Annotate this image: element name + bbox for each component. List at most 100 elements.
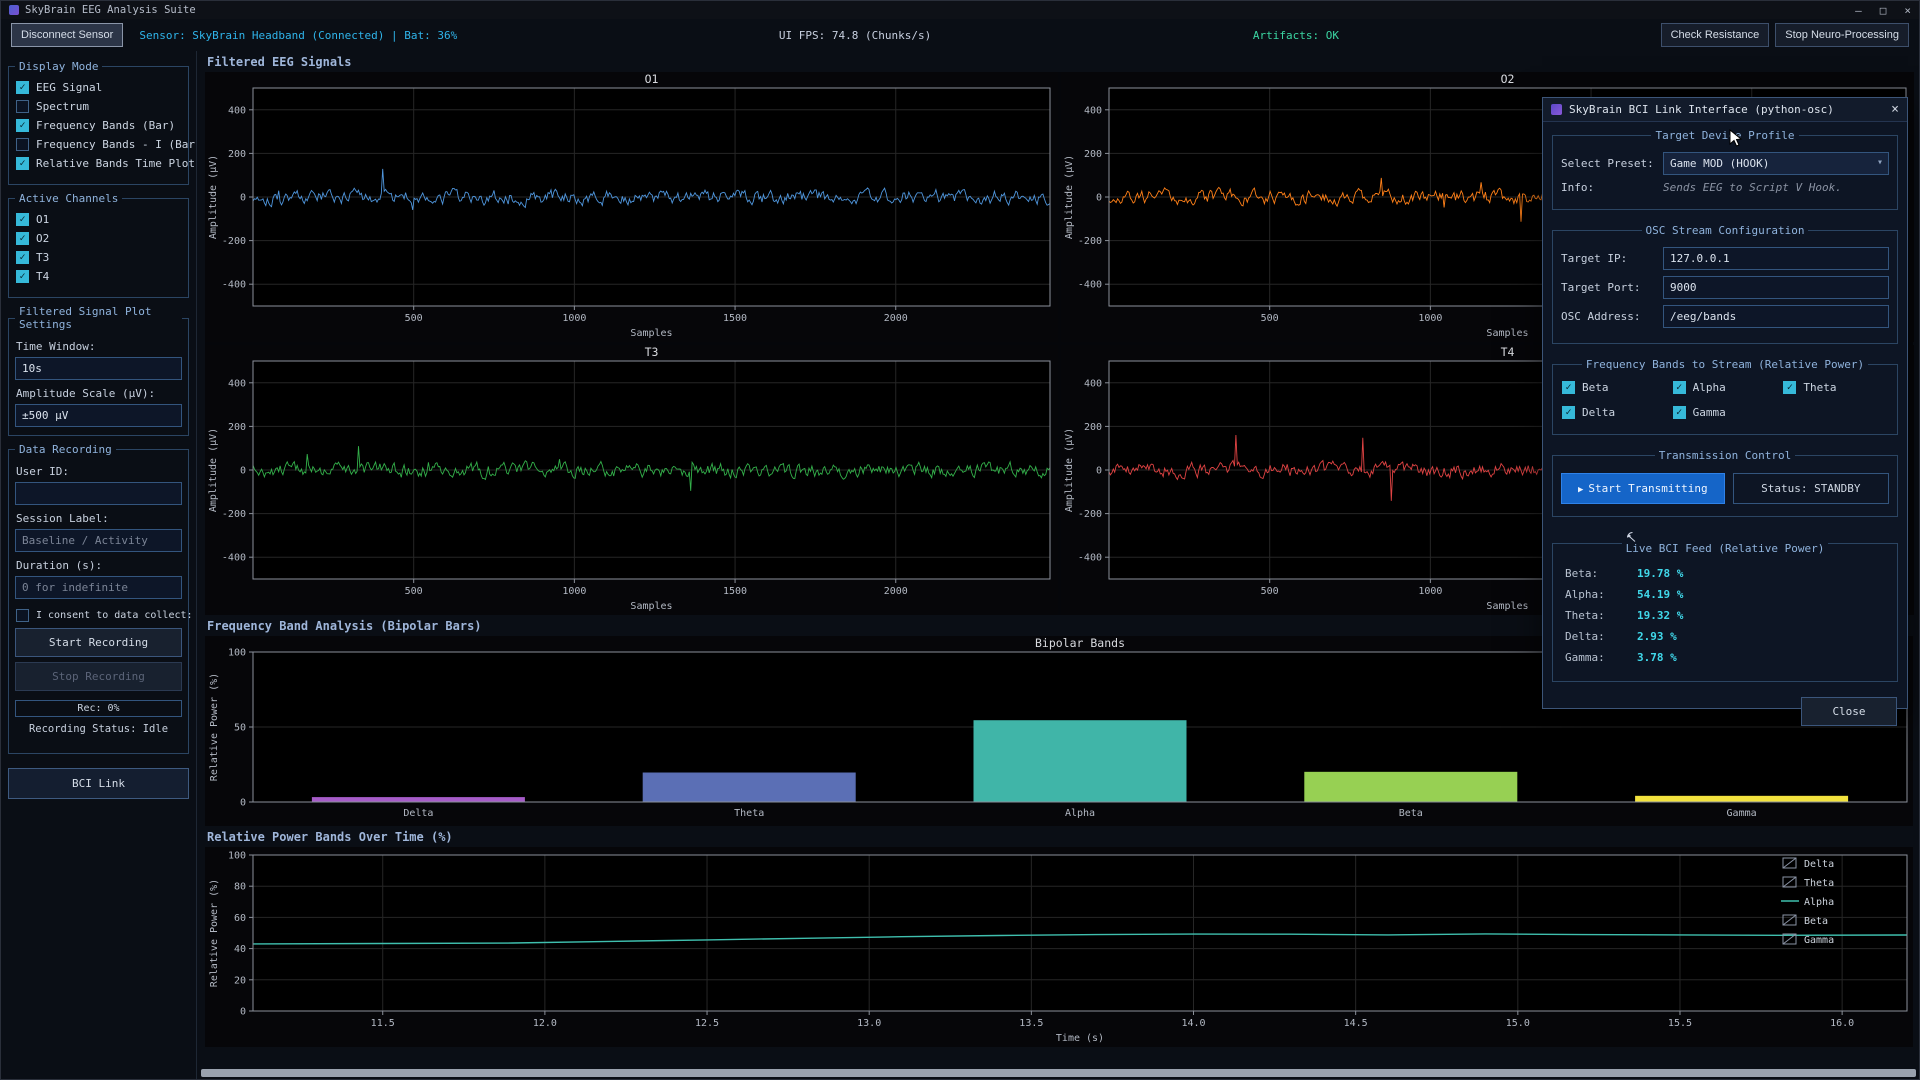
toolbar: Disconnect Sensor Sensor: SkyBrain Headb…	[1, 19, 1919, 51]
checkbox-icon[interactable]: ✓	[1562, 406, 1575, 419]
feed-label: Gamma:	[1565, 651, 1637, 664]
consent-checkbox-row[interactable]: I consent to data collect:	[16, 609, 181, 622]
osc-address-input[interactable]	[1663, 305, 1889, 328]
svg-text:-200: -200	[1078, 236, 1102, 247]
display-mode-option-spectrum[interactable]: Spectrum	[16, 100, 181, 113]
svg-text:2000: 2000	[884, 586, 908, 597]
stop-recording-button[interactable]: Stop Recording	[15, 662, 182, 691]
svg-text:100: 100	[228, 851, 246, 862]
svg-text:Theta: Theta	[1804, 878, 1834, 889]
recording-status: Recording Status: Idle	[15, 723, 182, 735]
svg-text:500: 500	[405, 313, 423, 324]
svg-text:500: 500	[1261, 586, 1279, 597]
svg-text:-400: -400	[1078, 280, 1102, 291]
checkbox-icon[interactable]	[16, 609, 29, 622]
checkbox-icon[interactable]	[16, 138, 29, 151]
svg-text:Bipolar Bands: Bipolar Bands	[1035, 636, 1125, 650]
svg-text:200: 200	[1084, 149, 1102, 160]
checkbox-icon[interactable]: ✓	[1562, 381, 1575, 394]
checkbox-icon[interactable]: ✓	[1673, 406, 1686, 419]
duration-input[interactable]	[15, 576, 182, 599]
stream-band-option-delta[interactable]: ✓Delta	[1562, 406, 1667, 419]
sidebar: Display Mode ✓EEG SignalSpectrum✓Frequen…	[1, 51, 197, 1079]
checkbox-icon[interactable]: ✓	[16, 232, 29, 245]
stream-band-option-beta[interactable]: ✓Beta	[1562, 381, 1667, 394]
svg-text:400: 400	[228, 378, 246, 389]
checkbox-label: Relative Bands Time Plot	[36, 157, 195, 170]
horizontal-scrollbar[interactable]	[201, 1069, 1916, 1077]
stream-band-option-theta[interactable]: ✓ Theta	[1783, 381, 1888, 394]
minimize-button[interactable]: —	[1855, 4, 1862, 17]
svg-text:400: 400	[1084, 378, 1102, 389]
svg-text:15.5: 15.5	[1668, 1018, 1692, 1029]
svg-text:1000: 1000	[1418, 313, 1442, 324]
dialog-close-button[interactable]: Close	[1801, 697, 1897, 726]
dialog-close-icon[interactable]: ×	[1891, 102, 1899, 117]
dialog-title: SkyBrain BCI Link Interface (python-osc)	[1569, 103, 1834, 116]
target-ip-input[interactable]	[1663, 247, 1889, 270]
checkbox-label: T3	[36, 251, 49, 264]
time-window-label: Time Window:	[16, 340, 181, 353]
relative-power-title: Relative Power Bands Over Time (%)	[205, 826, 1913, 847]
select-preset-label: Select Preset:	[1561, 157, 1657, 170]
eeg-chart-t3: -400-2000200400500100015002000T3SamplesA…	[205, 345, 1058, 615]
svg-text:14.0: 14.0	[1181, 1018, 1205, 1029]
preset-combobox[interactable]: Game MOD (HOOK) ▾	[1663, 152, 1889, 175]
channel-option-o1[interactable]: ✓O1	[16, 213, 181, 226]
svg-text:400: 400	[1084, 105, 1102, 116]
stream-band-option-alpha[interactable]: ✓Alpha	[1673, 381, 1778, 394]
display-mode-option-frequency-bands-i-bar-[interactable]: Frequency Bands - I (Bar)	[16, 138, 181, 151]
time-window-input[interactable]	[15, 357, 182, 380]
svg-text:Alpha: Alpha	[1804, 897, 1834, 908]
display-mode-option-eeg-signal[interactable]: ✓EEG Signal	[16, 81, 181, 94]
start-transmitting-button[interactable]: ▶Start Transmitting	[1561, 473, 1725, 504]
checkbox-icon[interactable]: ✓	[1673, 381, 1686, 394]
bci-link-button[interactable]: BCI Link	[8, 768, 189, 799]
chevron-down-icon[interactable]: ▾	[1877, 157, 1883, 168]
user-id-input[interactable]	[15, 482, 182, 505]
feed-value: 2.93 %	[1637, 630, 1677, 643]
channel-option-t3[interactable]: ✓ T3	[16, 251, 181, 264]
channel-option-o2[interactable]: ✓O2	[16, 232, 181, 245]
checkbox-label: Gamma	[1693, 406, 1726, 419]
checkbox-label: Theta	[1803, 381, 1836, 394]
channel-option-t4[interactable]: ✓T4	[16, 270, 181, 283]
display-mode-option-relative-bands-time-plot[interactable]: ✓Relative Bands Time Plot	[16, 157, 181, 170]
checkbox-icon[interactable]: ✓	[16, 251, 29, 264]
disconnect-sensor-button[interactable]: Disconnect Sensor	[11, 23, 123, 47]
svg-text:1500: 1500	[723, 586, 747, 597]
amplitude-scale-input[interactable]	[15, 404, 182, 427]
svg-text:Time (s): Time (s)	[1056, 1033, 1104, 1044]
close-button[interactable]: ×	[1904, 4, 1911, 17]
plot-settings-title: Filtered Signal Plot Settings	[15, 305, 182, 331]
checkbox-icon[interactable]	[16, 100, 29, 113]
checkbox-icon[interactable]: ✓	[16, 119, 29, 132]
check-resistance-button[interactable]: Check Resistance	[1661, 23, 1770, 47]
svg-text:Gamma: Gamma	[1804, 935, 1834, 946]
preset-value: Game MOD (HOOK)	[1670, 157, 1769, 170]
stream-band-option-gamma[interactable]: ✓ Gamma	[1673, 406, 1778, 419]
start-recording-button[interactable]: Start Recording	[15, 628, 182, 657]
checkbox-icon[interactable]: ✓	[16, 157, 29, 170]
checkbox-icon[interactable]: ✓	[1783, 381, 1796, 394]
svg-text:500: 500	[405, 586, 423, 597]
checkbox-icon[interactable]: ✓	[16, 270, 29, 283]
display-mode-title: Display Mode	[15, 60, 102, 73]
scrollbar-thumb[interactable]	[201, 1069, 1916, 1077]
feed-label: Beta:	[1565, 567, 1637, 580]
svg-text:Beta: Beta	[1399, 808, 1423, 819]
stop-neuro-button[interactable]: Stop Neuro-Processing	[1775, 23, 1909, 47]
live-feed-group: Live BCI Feed (Relative Power) Beta: 19.…	[1552, 531, 1898, 682]
display-mode-option-frequency-bands-bar-[interactable]: ✓Frequency Bands (Bar)	[16, 119, 181, 132]
bar-alpha	[974, 721, 1186, 802]
consent-label: I consent to data collect:	[36, 610, 193, 621]
maximize-button[interactable]: □	[1880, 4, 1887, 17]
svg-text:80: 80	[234, 882, 246, 893]
svg-text:Alpha: Alpha	[1065, 808, 1095, 819]
session-input[interactable]	[15, 529, 182, 552]
checkbox-icon[interactable]: ✓	[16, 213, 29, 226]
target-port-input[interactable]	[1663, 276, 1889, 299]
amplitude-scale-label: Amplitude Scale (μV):	[16, 387, 181, 400]
checkbox-icon[interactable]: ✓	[16, 81, 29, 94]
svg-text:1500: 1500	[723, 313, 747, 324]
